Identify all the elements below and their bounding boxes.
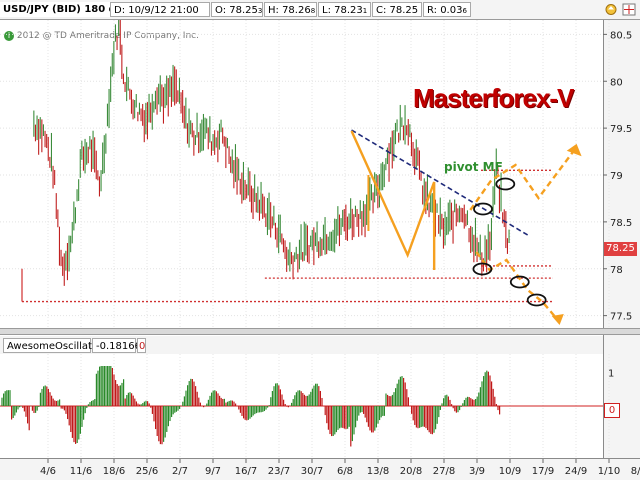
time-tick-label: 30/7 bbox=[301, 466, 323, 477]
time-tick-label: 18/6 bbox=[103, 466, 125, 477]
time-tick-label: 13/8 bbox=[367, 466, 389, 477]
sync-icon[interactable] bbox=[604, 3, 618, 16]
time-tick-label: 24/9 bbox=[565, 466, 587, 477]
time-tick-label: 11/6 bbox=[70, 466, 92, 477]
time-tick-label: 1/10 bbox=[598, 466, 620, 477]
oscillator-header: AwesomeOscillator -0.18166 0 bbox=[0, 336, 603, 354]
price-tick-label: 79 bbox=[610, 171, 623, 182]
oscillator-zero-tag: 0 bbox=[604, 403, 620, 418]
pivot-marker bbox=[495, 177, 516, 191]
forecast-up-path bbox=[469, 147, 577, 211]
forecast-up-arrowhead bbox=[566, 143, 582, 157]
brand-label: Masterforex-V bbox=[413, 83, 574, 113]
current-price-tag: 78.25 bbox=[604, 242, 637, 256]
quote-header: USD/JPY (BID) 180 d 4h D: 10/9/12 21:00 … bbox=[0, 0, 640, 20]
time-tick-label: 27/8 bbox=[433, 466, 455, 477]
low-field: L: 78.231 bbox=[318, 2, 371, 17]
time-tick-label: 16/7 bbox=[235, 466, 257, 477]
time-tick-label: 8/10 bbox=[631, 466, 640, 477]
time-axis-labels: 4/6 11/6 18/6 25/6 2/7 9/7 16/7 23/7 30/7 6/8 13/8… bbox=[40, 459, 640, 477]
price-tick-label: 79.5 bbox=[610, 124, 632, 135]
pattern-line bbox=[350, 130, 436, 270]
time-tick-label: 23/7 bbox=[268, 466, 290, 477]
time-tick-label: 3/9 bbox=[469, 466, 485, 477]
time-tick-label: 6/8 bbox=[337, 466, 353, 477]
high-field: H: 78.268 bbox=[264, 2, 317, 17]
time-tick-label: 17/9 bbox=[532, 466, 554, 477]
time-tick-label: 2/7 bbox=[172, 466, 188, 477]
time-axis: 4/6 11/6 18/6 25/6 2/7 9/7 16/7 23/7 30/7 6/8 13/8… bbox=[0, 458, 640, 480]
pivot-label: pivot MF bbox=[444, 160, 503, 174]
price-tick-label: 77.5 bbox=[610, 312, 632, 323]
oscillator-param: 0 bbox=[137, 338, 146, 353]
time-tick-label: 9/7 bbox=[205, 466, 221, 477]
price-tick-label: 80 bbox=[610, 77, 623, 88]
open-field: O: 78.253 bbox=[211, 2, 263, 17]
panel-divider[interactable] bbox=[0, 328, 640, 335]
oscillator-value: -0.18166 bbox=[92, 338, 141, 353]
forecast-down-path bbox=[475, 251, 559, 321]
date-field: D: 10/9/12 21:00 bbox=[110, 2, 210, 17]
crosshair-icon[interactable] bbox=[622, 3, 636, 16]
time-tick-label: 25/6 bbox=[136, 466, 158, 477]
time-tick-label: 4/6 bbox=[40, 466, 56, 477]
price-tick-label: 78 bbox=[610, 265, 623, 276]
oscillator-chart[interactable]: 10 bbox=[0, 354, 640, 458]
symbol-label[interactable]: USD/JPY (BID) 180 d 4h bbox=[0, 2, 110, 17]
oscillator-name[interactable]: AwesomeOscillator bbox=[3, 338, 102, 353]
range-field: R: 0.036 bbox=[423, 2, 471, 17]
price-chart[interactable]: 80.5 80 79.5 79 78.5 78 77.5 bbox=[0, 20, 640, 328]
price-series bbox=[33, 20, 510, 286]
chart-window: USD/JPY (BID) 180 d 4h D: 10/9/12 21:00 … bbox=[0, 0, 640, 480]
time-tick-label: 20/8 bbox=[400, 466, 422, 477]
time-tick-label: 10/9 bbox=[499, 466, 521, 477]
price-tick-label: 78.5 bbox=[610, 218, 632, 229]
price-tick-labels: 80.5 80 79.5 79 78.5 78 77.5 bbox=[610, 30, 632, 322]
osc-tick-label: 1 bbox=[608, 369, 614, 380]
price-tick-label: 80.5 bbox=[610, 30, 632, 41]
close-field: C: 78.25 bbox=[372, 2, 422, 17]
